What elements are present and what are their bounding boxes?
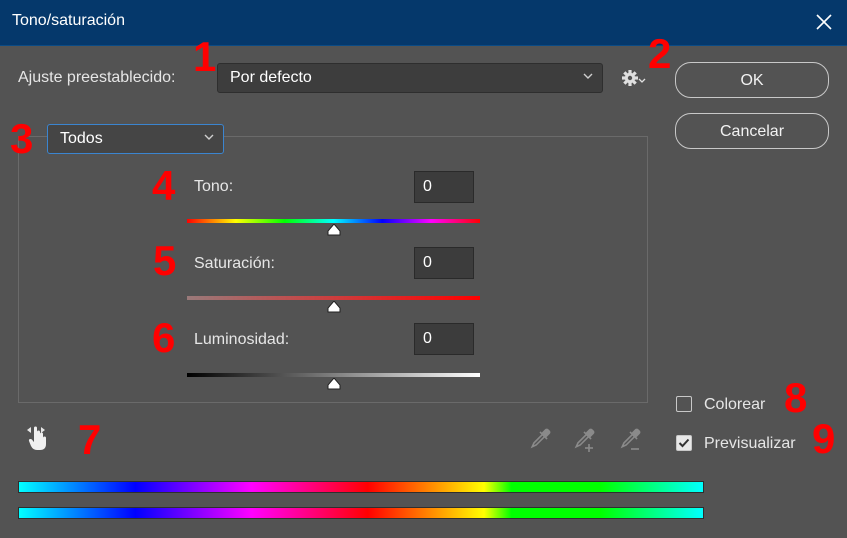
annotation-number: 4	[152, 162, 176, 209]
saturation-input[interactable]: 0	[414, 247, 474, 279]
eyedropper-add-icon	[574, 428, 595, 452]
gear-icon	[622, 70, 646, 86]
window-title: Tono/saturación	[12, 12, 125, 29]
preset-options-button[interactable]	[620, 66, 650, 90]
lightness-label: Luminosidad:	[194, 331, 290, 348]
hue-slider-thumb[interactable]	[327, 224, 341, 236]
annotation-number: 7	[78, 416, 102, 463]
close-icon	[816, 14, 832, 30]
lightness-value: 0	[423, 330, 432, 347]
adjustment-panel	[18, 136, 648, 403]
hue-input[interactable]: 0	[414, 171, 474, 203]
annotation-number: 9	[812, 415, 836, 462]
channel-dropdown[interactable]: Todos	[47, 124, 224, 154]
colorize-checkbox[interactable]	[676, 396, 692, 412]
annotation-number: 5	[153, 237, 177, 284]
preview-checkbox[interactable]	[676, 435, 692, 451]
hue-slider-track[interactable]	[187, 219, 480, 223]
eyedropper-button[interactable]	[527, 426, 553, 454]
eyedropper-subtract-button[interactable]	[617, 426, 643, 454]
hue-value: 0	[423, 178, 432, 195]
chevron-down-icon	[583, 73, 593, 79]
lightness-slider-thumb[interactable]	[327, 378, 341, 390]
colorize-label: Colorear	[704, 396, 766, 413]
saturation-label: Saturación:	[194, 255, 275, 272]
cancel-button[interactable]: Cancelar	[675, 113, 829, 149]
preview-label: Previsualizar	[704, 435, 796, 452]
checkmark-icon	[678, 438, 690, 448]
eyedropper-subtract-icon	[620, 428, 641, 450]
hue-label: Tono:	[194, 178, 234, 195]
annotation-number: 6	[152, 314, 176, 361]
saturation-slider-track[interactable]	[187, 296, 480, 300]
close-button[interactable]	[811, 9, 837, 35]
preset-label: Ajuste preestablecido:	[18, 69, 176, 86]
annotation-number: 1	[193, 33, 217, 80]
output-color-bar	[18, 507, 704, 519]
saturation-value: 0	[423, 254, 432, 271]
chevron-down-icon	[204, 134, 214, 140]
annotation-number: 2	[648, 30, 672, 77]
lightness-slider-track[interactable]	[187, 373, 480, 377]
saturation-slider-thumb[interactable]	[327, 301, 341, 313]
eyedropper-add-button[interactable]	[571, 426, 597, 454]
preset-dropdown[interactable]: Por defecto	[217, 63, 603, 93]
preset-value: Por defecto	[230, 69, 312, 86]
eyedropper-icon	[530, 428, 551, 449]
channel-value: Todos	[60, 130, 103, 147]
lightness-input[interactable]: 0	[414, 323, 474, 355]
ok-button[interactable]: OK	[675, 62, 829, 98]
targeted-adjustment-hand-icon	[27, 426, 46, 450]
targeted-adjustment-tool-button[interactable]	[25, 424, 51, 452]
title-bar: Tono/saturación	[0, 0, 847, 46]
annotation-number: 3	[10, 115, 34, 162]
annotation-number: 8	[784, 374, 808, 421]
input-color-bar	[18, 481, 704, 493]
